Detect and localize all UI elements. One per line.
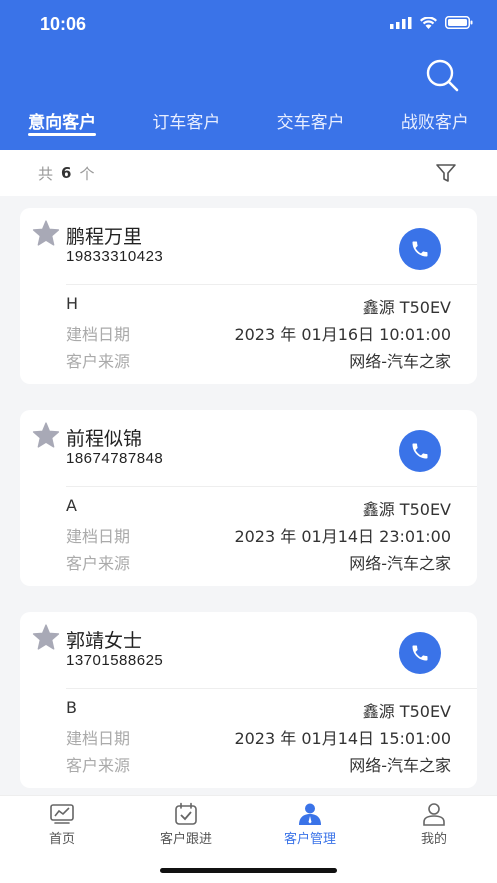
signal-icon (390, 16, 412, 29)
info-row-level: H 鑫源 T50EV (66, 294, 451, 318)
tabbar-item-customer-management[interactable]: 客户管理 (250, 802, 370, 847)
customer-card[interactable]: 鹏程万里 19833310423 H 鑫源 T50EV 建档日期 2023 年 01… (20, 208, 477, 384)
date-label: 建档日期 (66, 729, 131, 748)
car-model: 鑫源 T50EV (362, 298, 451, 317)
status-time: 10:06 (40, 14, 87, 34)
filter-icon[interactable] (435, 162, 457, 184)
tabbar-label: 首页 (48, 832, 75, 847)
call-button[interactable] (399, 430, 441, 472)
phone-icon (412, 443, 428, 459)
customer-phone: 19833310423 (66, 248, 164, 265)
divider (66, 688, 477, 689)
divider (66, 284, 477, 285)
calendar-check-icon (175, 802, 197, 825)
tabbar-label: 客户管理 (283, 832, 336, 847)
car-model: 鑫源 T50EV (362, 500, 451, 519)
search-icon[interactable] (425, 58, 459, 92)
tabbar-item-mine[interactable]: 我的 (374, 802, 494, 847)
info-row-date: 建档日期 2023 年 01月16日 10:01:00 (66, 321, 451, 345)
star-icon[interactable] (32, 422, 60, 448)
record-date: 2023 年 01月14日 15:01:00 (234, 729, 451, 748)
count-bar: 共 6 个 (0, 150, 497, 196)
chart-icon (50, 804, 74, 824)
info-row-source: 客户来源 网络-汽车之家 (66, 348, 451, 372)
customer-card[interactable]: 郭靖女士 13701588625 B 鑫源 T50EV 建档日期 2023 年 01… (20, 612, 477, 788)
info-row-source: 客户来源 网络-汽车之家 (66, 752, 451, 776)
customer-phone: 18674787848 (66, 450, 164, 467)
customer-source: 网络-汽车之家 (349, 756, 451, 775)
date-label: 建档日期 (66, 527, 131, 546)
person-icon (299, 803, 321, 825)
date-label: 建档日期 (66, 325, 131, 344)
customer-name: 郭靖女士 (66, 630, 143, 652)
customer-card[interactable]: 前程似锦 18674787848 A 鑫源 T50EV 建档日期 2023 年 01… (20, 410, 477, 586)
count-prefix: 共 (38, 164, 54, 183)
source-label: 客户来源 (66, 352, 131, 371)
tab-bar: 意向客户 订车客户 交车客户 战败客户 (0, 106, 497, 150)
count-suffix: 个 (79, 164, 95, 183)
tab-delivery-customers[interactable]: 交车客户 (249, 106, 373, 150)
source-label: 客户来源 (66, 554, 131, 573)
header: 10:06 意向客户 订车客户 交车客户 战败客户 (0, 0, 497, 150)
info-row-date: 建档日期 2023 年 01月14日 15:01:00 (66, 725, 451, 749)
customer-level: B (66, 698, 77, 717)
status-icons (390, 16, 473, 29)
customer-list: 鹏程万里 19833310423 H 鑫源 T50EV 建档日期 2023 年 01… (20, 208, 477, 814)
star-icon[interactable] (32, 220, 60, 246)
customer-source: 网络-汽车之家 (349, 554, 451, 573)
tabbar-label: 我的 (420, 832, 447, 847)
customer-name: 鹏程万里 (66, 226, 143, 248)
count-number: 6 (61, 164, 72, 182)
divider (66, 486, 477, 487)
phone-icon (412, 645, 428, 661)
info-row-level: B 鑫源 T50EV (66, 698, 451, 722)
tabbar-item-home[interactable]: 首页 (2, 802, 122, 847)
star-icon[interactable] (32, 624, 60, 650)
customer-phone: 13701588625 (66, 652, 164, 669)
source-label: 客户来源 (66, 756, 131, 775)
tabbar-item-follow-up[interactable]: 客户跟进 (126, 802, 246, 847)
info-row-level: A 鑫源 T50EV (66, 496, 451, 520)
tabbar-label: 客户跟进 (159, 832, 212, 847)
customer-level: A (66, 496, 77, 515)
info-row-source: 客户来源 网络-汽车之家 (66, 550, 451, 574)
customer-name: 前程似锦 (66, 428, 143, 450)
battery-icon (445, 16, 473, 29)
wifi-icon (420, 16, 437, 29)
customer-level: H (66, 294, 79, 313)
profile-icon (423, 803, 445, 826)
tab-order-customers[interactable]: 订车客户 (124, 106, 248, 150)
customer-source: 网络-汽车之家 (349, 352, 451, 371)
tab-intent-customers[interactable]: 意向客户 (0, 106, 124, 150)
car-model: 鑫源 T50EV (362, 702, 451, 721)
call-button[interactable] (399, 228, 441, 270)
call-button[interactable] (399, 632, 441, 674)
home-indicator (160, 868, 337, 873)
info-row-date: 建档日期 2023 年 01月14日 23:01:00 (66, 523, 451, 547)
record-date: 2023 年 01月14日 23:01:00 (234, 527, 451, 546)
phone-icon (412, 241, 428, 257)
tab-lost-customers[interactable]: 战败客户 (373, 106, 497, 150)
record-date: 2023 年 01月16日 10:01:00 (234, 325, 451, 344)
